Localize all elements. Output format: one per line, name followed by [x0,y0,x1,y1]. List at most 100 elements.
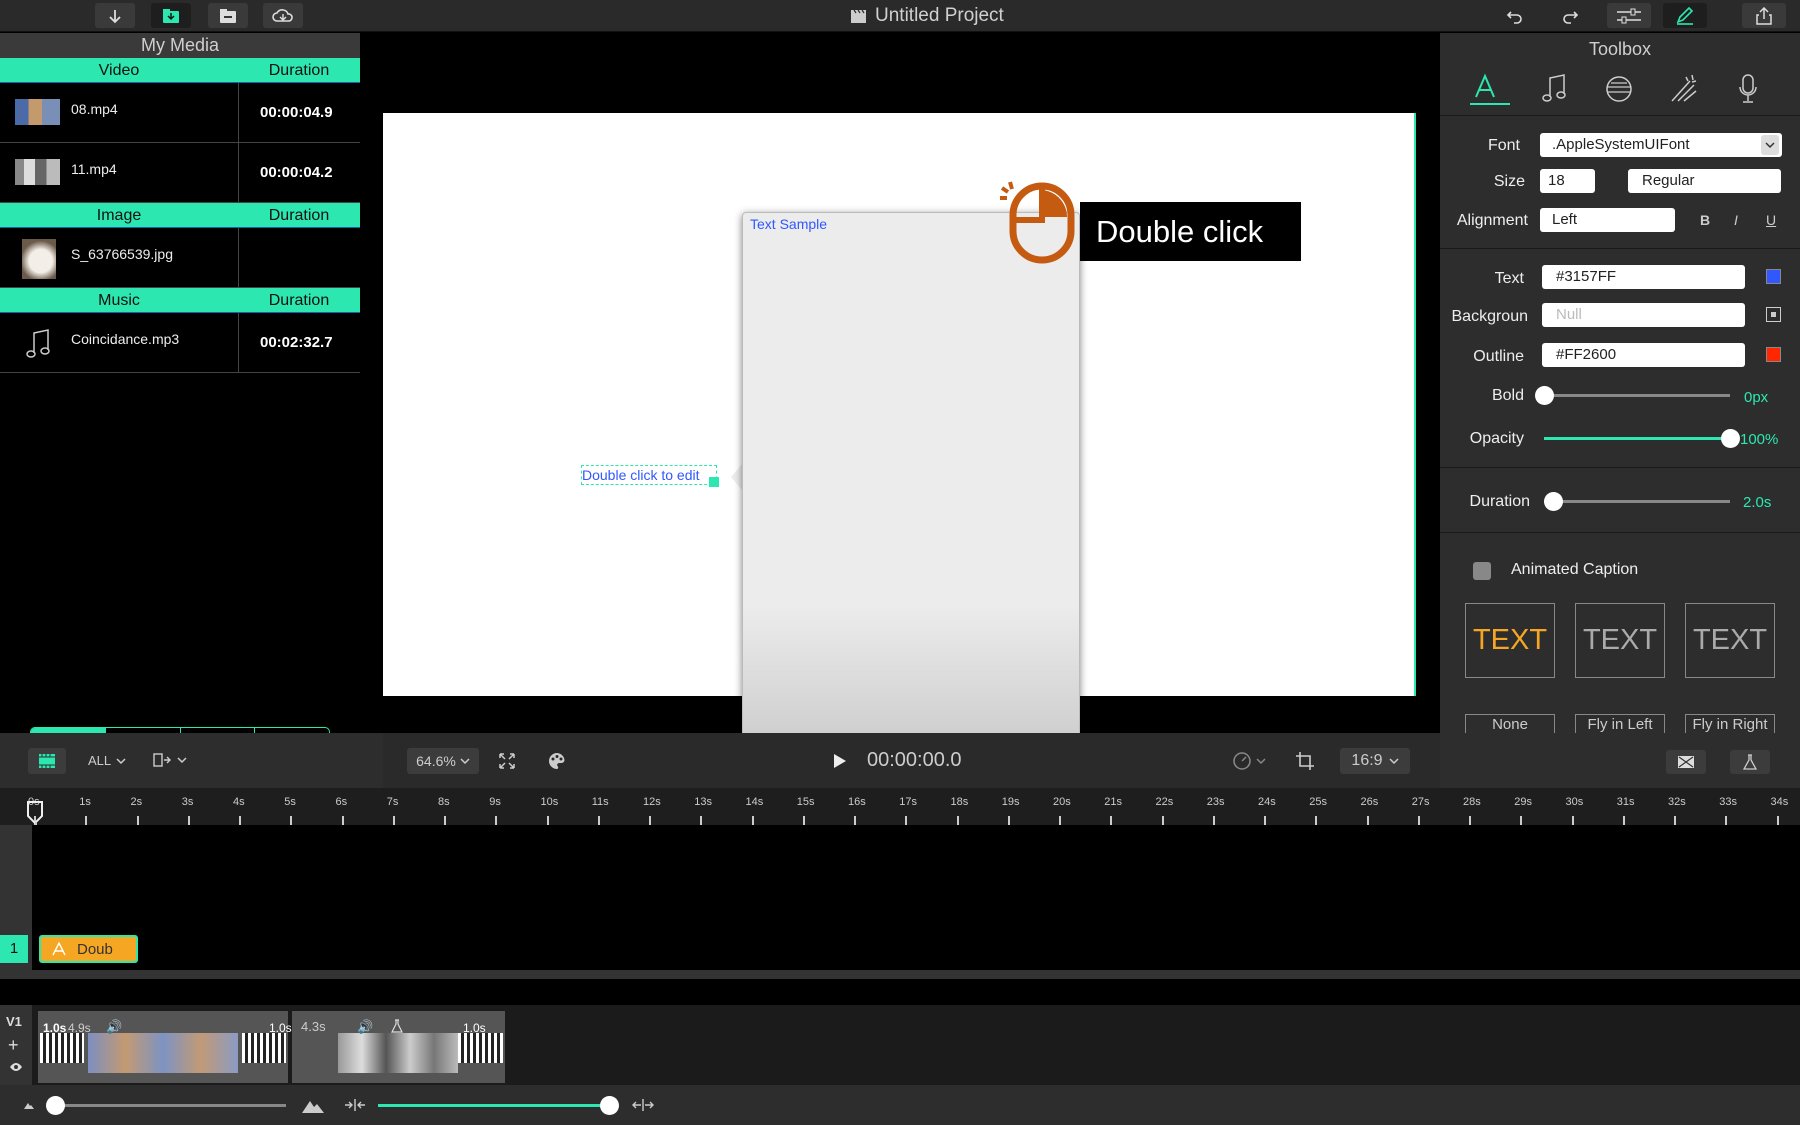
folder-icon[interactable] [208,3,248,28]
slider-knob[interactable] [1535,386,1554,405]
timeline-ruler[interactable]: 0s 1s 2s 3s 4s 5s 6s 7s 8s 9s 10s 11s 12s 13s 14s 15s 16… [0,788,1800,825]
opacity-label: Opacity [1469,430,1524,447]
font-style-select[interactable]: Regular [1628,169,1781,193]
media-duration: 00:02:32.7 [238,313,360,372]
eye-icon[interactable] [9,1062,23,1072]
split-tool-icon[interactable] [153,752,187,768]
ruler-tick-label: 20s [1053,796,1071,808]
size-select[interactable]: 18 [1540,169,1595,193]
background-color-input[interactable]: Null [1542,303,1745,327]
ruler-tick-mark [444,816,446,825]
slider-knob[interactable] [600,1096,619,1115]
bold-button[interactable]: B [1700,212,1710,228]
slider-knob[interactable] [1721,429,1740,448]
filter-tool-icon[interactable] [1603,75,1635,103]
clip-duration: 4.3s [301,1019,326,1034]
text-clip[interactable]: Doub [39,935,138,963]
slider-knob[interactable] [1544,492,1564,511]
ruler-tick-mark [956,816,959,825]
animation-sample: TEXT [1472,624,1548,656]
ruler-tick-mark [700,816,703,825]
outline-color-input[interactable]: #FF2600 [1542,343,1745,367]
track-gap [0,979,1800,1005]
volume-icon[interactable]: 🔊 [357,1019,373,1035]
effects-wand-icon[interactable] [1668,73,1700,105]
resize-handle[interactable] [709,477,719,487]
cloud-icon[interactable] [263,3,303,28]
track-filter-select[interactable]: ALL [88,753,126,768]
ruler-tick-label: 32s [1668,796,1686,808]
snapshot-icon[interactable] [1666,750,1706,774]
transition-duration: 1.0s [463,1021,486,1035]
popup-text-sample[interactable]: Text Sample [750,216,827,232]
font-label: Font [1487,137,1520,154]
ruler-tick-mark [1674,816,1676,825]
ruler-tick-mark [392,816,395,825]
background-color-swatch[interactable] [1766,307,1781,322]
ruler-tick-mark [1366,816,1369,825]
timeline-zoom-slider[interactable] [378,1096,619,1115]
animation-option[interactable] [1465,714,1555,733]
ruler-tick-mark [1110,816,1113,825]
add-track-icon[interactable]: + [8,1035,19,1056]
fullscreen-icon[interactable] [498,752,516,770]
text-color-input[interactable]: #3157FF [1542,265,1745,289]
font-select[interactable]: .AppleSystemUIFont [1540,133,1782,157]
zoom-out-arrows-icon[interactable] [632,1097,654,1113]
animation-fly-in-left[interactable]: TEXT [1575,603,1665,678]
thumbnail-size-slider[interactable] [46,1096,286,1115]
bold-slider-track[interactable] [1535,386,1730,405]
download-icon[interactable] [95,3,135,28]
media-item[interactable]: S_63766539.jpg [0,228,360,288]
italic-button[interactable]: I [1734,212,1738,228]
crop-icon[interactable] [1295,751,1315,771]
pen-icon[interactable] [1663,3,1707,28]
alignment-select[interactable]: Left [1540,208,1675,232]
underline-button[interactable]: U [1766,212,1776,228]
music-tool-icon[interactable] [1540,73,1570,103]
animation-fly-in-right[interactable]: TEXT [1685,603,1775,678]
flask-icon[interactable] [1730,750,1770,774]
animated-caption-checkbox[interactable] [1473,562,1491,580]
text-color-swatch[interactable] [1766,269,1781,284]
flask-icon[interactable] [391,1019,403,1033]
play-icon[interactable] [832,752,848,770]
outline-color-swatch[interactable] [1766,347,1781,362]
animation-option[interactable] [1575,714,1665,733]
import-media-icon[interactable] [151,3,191,28]
aspect-ratio-select[interactable]: 16:9 [1340,748,1410,774]
ruler-tick-mark [1315,816,1318,825]
top-toolbar: Untitled Project [0,0,1800,32]
microphone-icon[interactable] [1738,73,1758,105]
volume-icon[interactable]: 🔊 [106,1019,122,1035]
slider-knob[interactable] [46,1096,65,1115]
animation-option[interactable] [1685,714,1775,733]
filmstrip-icon[interactable] [28,748,66,774]
zoom-select[interactable]: 64.6% [407,748,479,774]
palette-icon[interactable] [548,752,566,770]
settings-sliders-icon[interactable] [1607,3,1651,28]
ruler-tick-mark [495,816,498,825]
media-item[interactable]: Coincidance.mp3 00:02:32.7 [0,313,360,373]
media-item[interactable]: 08.mp4 00:00:04.9 [0,83,360,143]
caption-text-box[interactable]: Double click to edit [581,465,717,485]
redo-icon[interactable] [1550,3,1590,28]
zoom-in-arrows-icon[interactable] [344,1097,366,1113]
text-tool-icon[interactable] [1470,73,1510,105]
opacity-slider-track[interactable] [1544,429,1740,448]
animation-none[interactable]: TEXT [1465,603,1555,678]
duration-slider-track[interactable] [1544,492,1730,511]
ruler-tick-label: 4s [233,796,245,808]
text-edit-popover[interactable]: Text Sample [742,212,1080,737]
aspect-ratio-value: 16:9 [1351,752,1383,769]
video-track: V1 + 1.0s 4.9s 🔊 1.0s 4.3s 🔊 1.0s [0,1005,1800,1085]
ruler-tick-label: 23s [1206,796,1225,808]
media-item[interactable]: 11.mp4 00:00:04.2 [0,143,360,203]
share-icon[interactable] [1742,3,1786,28]
track-number: 1 [0,935,28,963]
undo-icon[interactable] [1495,3,1535,28]
video-clip-1[interactable]: 1.0s 4.9s 🔊 1.0s [38,1011,292,1083]
text-icon [52,942,66,956]
video-clip-2[interactable]: 4.3s 🔊 1.0s [292,1011,505,1083]
speed-select[interactable] [1232,751,1266,771]
